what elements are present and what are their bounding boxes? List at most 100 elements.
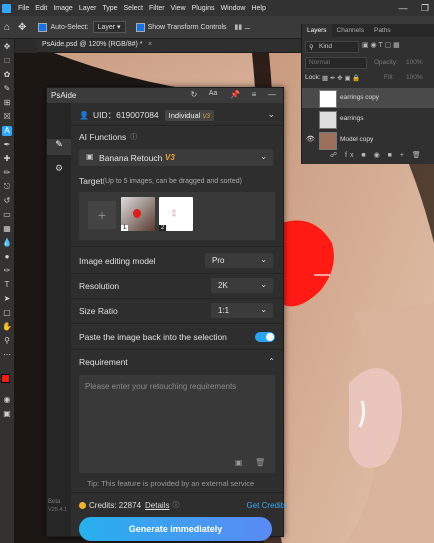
layer-name: earrings copy	[340, 94, 380, 101]
eyedropper-tool-icon[interactable]: ✒	[2, 140, 12, 150]
resolution-select[interactable]: 2K ⌄	[211, 278, 273, 293]
resolution-value: 2K	[218, 281, 228, 290]
zoom-tool-icon[interactable]: ⚲	[2, 336, 12, 346]
ratio-select[interactable]: 1:1 ⌄	[211, 303, 273, 318]
quick-select-tool-icon[interactable]: ✎	[2, 84, 12, 94]
refresh-icon[interactable]: ↻	[189, 90, 199, 99]
history-brush-icon[interactable]: ↺	[2, 196, 12, 206]
tab-channels[interactable]: Channels	[332, 24, 369, 37]
layers-panel: Layers Channels Paths ⚲ Kind ▣ ◉ T ▢ ▦ N…	[301, 24, 434, 164]
target-thumbnail-2[interactable]: ⁑ 2	[159, 197, 193, 231]
shape-tool-icon[interactable]: ▢	[2, 308, 12, 318]
blur-tool-icon[interactable]: 💧	[2, 238, 12, 248]
minimize-panel-icon[interactable]: —	[267, 90, 277, 99]
document-tab[interactable]: PsAide.psd @ 120% (RGB/8#) * ×	[37, 39, 302, 53]
eye-icon[interactable]: 👁	[306, 135, 315, 143]
target-images-area[interactable]: + 1 ⁑ 2	[79, 192, 275, 240]
layer-row[interactable]: earrings copy	[302, 88, 434, 108]
menu-select[interactable]: Select	[124, 5, 143, 12]
menu-window[interactable]: Window	[221, 5, 246, 12]
eraser-tool-icon[interactable]: ▭	[2, 210, 12, 220]
menu-view[interactable]: View	[171, 5, 186, 12]
home-icon[interactable]: ⌂	[4, 22, 10, 33]
layer-filter-icons[interactable]: ▣ ◉ T ▢ ▦	[362, 41, 400, 49]
dodge-tool-icon[interactable]: ●	[2, 252, 12, 262]
generate-button[interactable]: Generate immediately	[79, 517, 272, 541]
menu-file[interactable]: File	[18, 5, 29, 12]
menu-edit[interactable]: Edit	[35, 5, 47, 12]
frame-tool-icon[interactable]: ☒	[2, 112, 12, 122]
photoshop-logo-icon[interactable]	[2, 3, 11, 13]
screen-mode-icon[interactable]: ▣	[2, 409, 12, 419]
requirement-placeholder: Please enter your retouching requirement…	[85, 382, 237, 391]
menu-icon[interactable]: ≡	[249, 90, 259, 99]
target-thumbnail-1[interactable]: 1	[121, 197, 155, 231]
layer-filter-dropdown[interactable]: ⚲ Kind	[305, 41, 359, 53]
auto-select-checkbox[interactable]	[38, 22, 48, 32]
move-tool-icon[interactable]: ✥	[18, 22, 26, 33]
requirement-textarea[interactable]: Please enter your retouching requirement…	[79, 375, 275, 473]
psaide-title: PsAide	[51, 91, 77, 100]
move-tool-icon[interactable]: ✥	[2, 42, 12, 52]
stamp-tool-icon[interactable]: ⎋	[2, 182, 12, 192]
lock-icons[interactable]: ▩ ✒ ✥ ▣ 🔒	[322, 74, 361, 82]
settings-gear-icon[interactable]: ⚙	[47, 163, 71, 174]
model-select[interactable]: Pro ⌄	[205, 253, 273, 268]
healing-tool-icon[interactable]: ✚	[2, 154, 12, 164]
get-credits-link[interactable]: Get Credits	[247, 501, 287, 510]
paste-back-toggle[interactable]	[255, 332, 275, 342]
menu-filter[interactable]: Filter	[149, 5, 165, 12]
show-transform-checkbox[interactable]	[135, 22, 145, 32]
model-value: Pro	[212, 256, 225, 265]
path-select-tool-icon[interactable]: ➤	[2, 294, 12, 304]
font-size-icon[interactable]: Aa	[208, 90, 218, 97]
tab-layers[interactable]: Layers	[302, 24, 332, 37]
more-tools-icon[interactable]: ⋯	[2, 350, 12, 360]
minimize-icon[interactable]: —	[396, 1, 410, 15]
blend-mode-dropdown[interactable]: Normal	[305, 57, 367, 69]
crop-tool-icon[interactable]: ⊞	[2, 98, 12, 108]
menu-layer[interactable]: Layer	[79, 5, 97, 12]
layer-actions-icons[interactable]: ☍ fx ■ ◉ ■ + 🗑	[330, 151, 424, 159]
thumbnail-index: 2	[159, 225, 167, 231]
lasso-tool-icon[interactable]: ✿	[2, 70, 12, 80]
trash-icon[interactable]: 🗑	[255, 458, 265, 467]
version-label: V25.4.1	[48, 507, 67, 513]
marquee-tool-icon[interactable]: □	[2, 56, 12, 66]
close-tab-icon[interactable]: ×	[148, 41, 152, 48]
info-icon[interactable]: ⓘ	[130, 132, 137, 142]
brush-tool-icon[interactable]: ✏	[2, 168, 12, 178]
add-image-icon[interactable]: +	[88, 201, 116, 229]
psaide-plugin-icon[interactable]: A	[2, 126, 12, 136]
chevron-down-icon[interactable]: ⌄	[267, 109, 275, 120]
requirement-label: Requirement	[79, 357, 128, 367]
pen-tool-icon[interactable]: ✑	[2, 266, 12, 276]
menu-help[interactable]: Help	[251, 5, 265, 12]
tab-paths[interactable]: Paths	[369, 24, 396, 37]
layer-row[interactable]: earrings	[302, 109, 434, 129]
info-icon[interactable]: ⓘ	[172, 500, 179, 510]
details-link[interactable]: Details	[145, 501, 169, 510]
layer-row[interactable]: 👁 Model copy	[302, 130, 434, 150]
chevron-up-icon[interactable]: ⌃	[268, 357, 275, 366]
menu-type[interactable]: Type	[102, 5, 117, 12]
hand-tool-icon[interactable]: ✋	[2, 322, 12, 332]
edit-pen-icon[interactable]: ✎	[47, 139, 71, 155]
gradient-tool-icon[interactable]: ▦	[2, 224, 12, 234]
gallery-icon[interactable]: ▣	[235, 458, 243, 467]
foreground-color-swatch[interactable]	[1, 374, 10, 383]
restore-icon[interactable]: ❐	[418, 1, 432, 15]
opacity-value[interactable]: 100%	[406, 59, 423, 66]
fill-value[interactable]: 100%	[406, 74, 423, 81]
auto-select-dropdown[interactable]: Layer ▾	[92, 21, 126, 33]
quick-mask-icon[interactable]: ◉	[2, 395, 12, 405]
menu-image[interactable]: Image	[53, 5, 72, 12]
chevron-down-icon: ⌄	[260, 152, 267, 161]
menu-plugins[interactable]: Plugins	[192, 5, 215, 12]
uid-row: 👤 UID：619007084 Individual V3 ⌄	[71, 108, 283, 122]
function-badge: V3	[165, 153, 175, 162]
type-tool-icon[interactable]: T	[2, 280, 12, 290]
align-icons[interactable]: ▮▮ ⚊	[235, 23, 251, 31]
pin-icon[interactable]: 📌	[230, 90, 240, 99]
ai-function-select[interactable]: ▣ Banana Retouch V3 ⌄	[79, 149, 273, 166]
